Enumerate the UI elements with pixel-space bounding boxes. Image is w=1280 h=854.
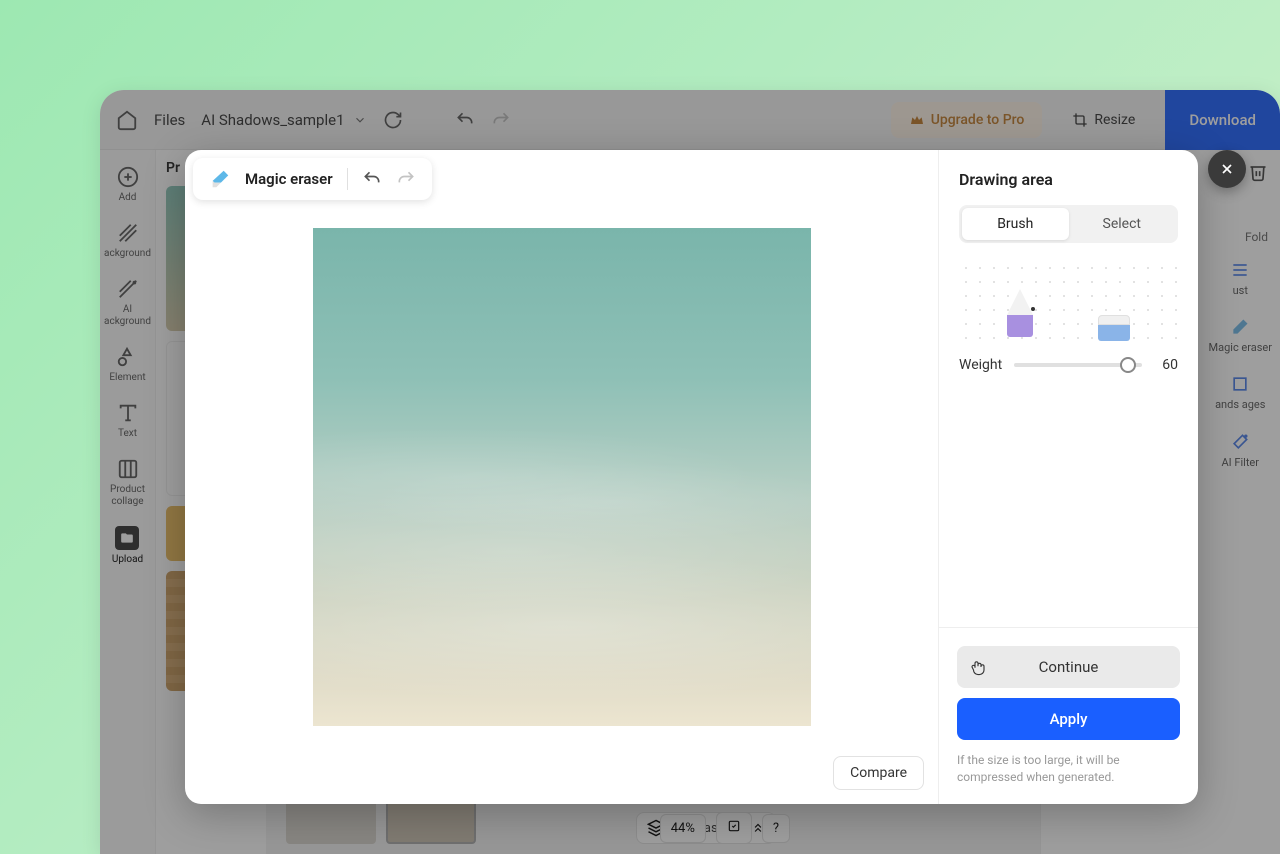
modal-undo-icon[interactable] (362, 169, 382, 189)
modal-canvas-area: Magic eraser Compare (185, 150, 938, 804)
pencil-icon (1007, 289, 1033, 341)
weight-control: Weight 60 (959, 357, 1178, 373)
continue-button[interactable]: Continue (957, 646, 1180, 688)
footer-note: If the size is too large, it will be com… (957, 752, 1180, 786)
modal-title: Magic eraser (245, 170, 333, 188)
eraser-icon (209, 168, 231, 190)
weight-value: 60 (1154, 357, 1178, 373)
modal-sidebar: Drawing area Brush Select Weight (938, 150, 1198, 804)
weight-label: Weight (959, 357, 1002, 373)
weight-slider[interactable] (1014, 363, 1142, 367)
hand-cursor-icon (969, 658, 987, 676)
select-tab[interactable]: Select (1069, 208, 1176, 240)
compare-button[interactable]: Compare (833, 756, 924, 790)
eraser-block-icon (1098, 315, 1130, 341)
brush-tab[interactable]: Brush (962, 208, 1069, 240)
divider (347, 168, 348, 190)
magic-eraser-modal: Magic eraser Compare Drawing area Brush … (185, 150, 1198, 804)
apply-button[interactable]: Apply (957, 698, 1180, 740)
modal-footer: Continue Apply If the size is too large,… (939, 627, 1198, 804)
modal-redo-icon (396, 169, 416, 189)
close-modal-button[interactable] (1208, 150, 1246, 188)
close-icon (1219, 161, 1235, 177)
editing-canvas[interactable] (313, 228, 811, 726)
drawing-area-heading: Drawing area (959, 170, 1178, 189)
tool-mode-segmented: Brush Select (959, 205, 1178, 243)
image-content (313, 228, 811, 726)
slider-thumb[interactable] (1120, 357, 1136, 373)
modal-toolbar: Magic eraser (193, 158, 432, 200)
brush-preview (959, 261, 1178, 341)
continue-label: Continue (1039, 658, 1099, 676)
